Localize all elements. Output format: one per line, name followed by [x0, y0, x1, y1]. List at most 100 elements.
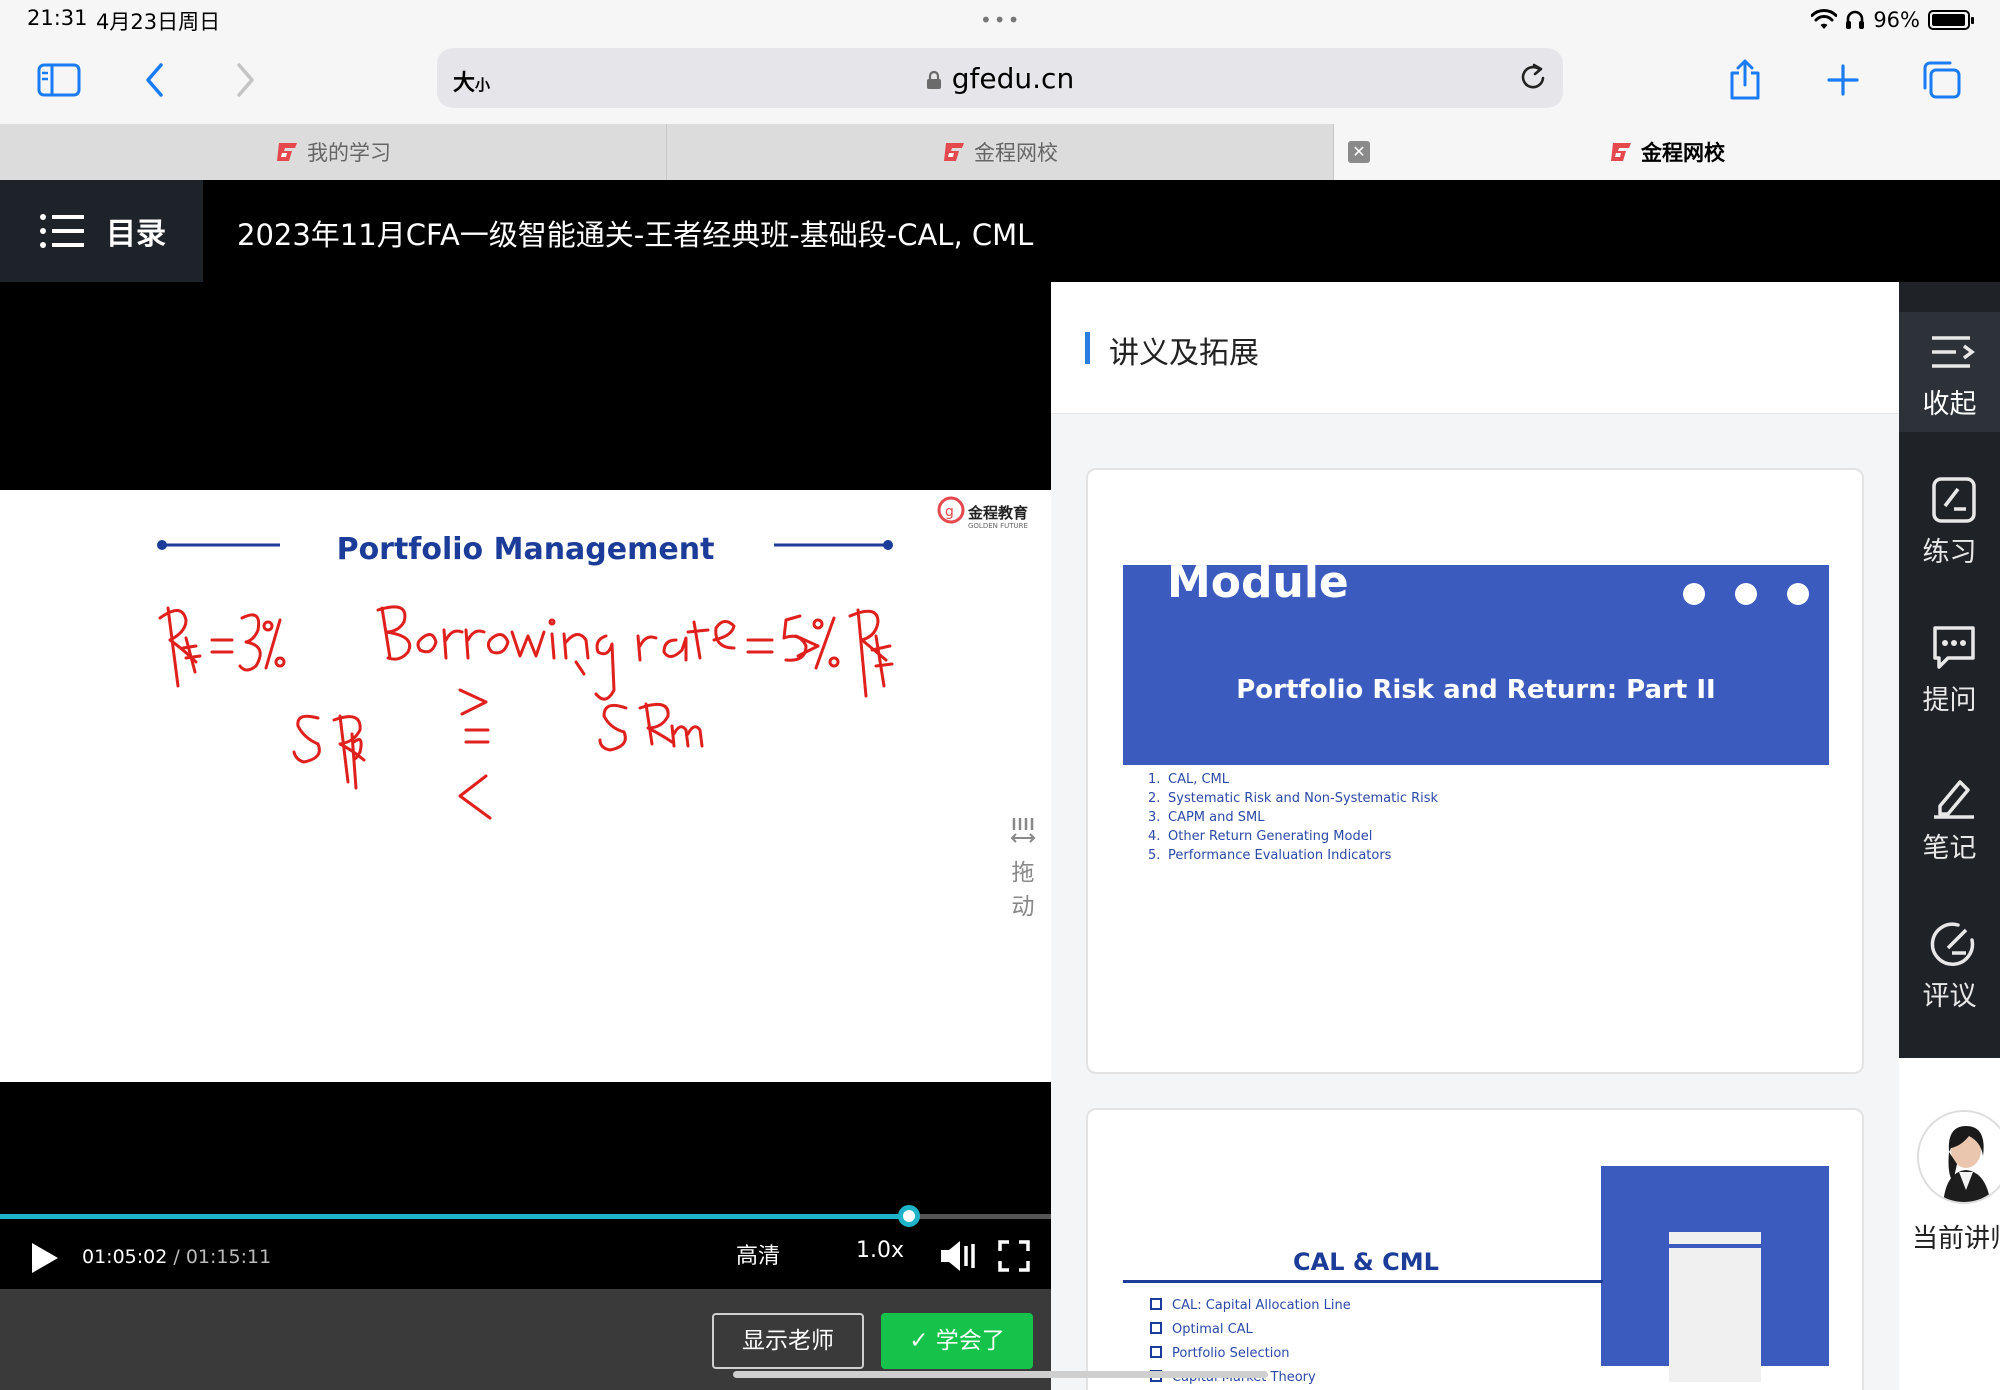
sidebar-item-review[interactable]: 评议: [1899, 904, 2000, 1034]
close-tab-icon[interactable]: ✕: [1348, 141, 1370, 163]
status-indicators: 96%: [1811, 6, 1974, 34]
browser-tab-bar: 我的学习 金程网校 ✕ 金程网校: [0, 124, 2000, 180]
list-item: 1. CAL, CML: [1148, 770, 1438, 789]
home-indicator: [733, 1371, 1268, 1378]
collapse-icon: [1932, 336, 1975, 368]
playback-time: 01:05:02 / 01:15:11: [82, 1246, 271, 1268]
item-number: 3.: [1148, 810, 1161, 825]
course-title: 2023年11月CFA一级智能通关-王者经典班-基础段-CAL, CML: [237, 218, 1034, 252]
handout-title: 讲义及拓展: [1109, 336, 1259, 371]
handout-card[interactable]: CAL & CML CAL: Capital Allocation Line O…: [1086, 1108, 1864, 1390]
multitasking-dots-icon[interactable]: •••: [980, 8, 1021, 32]
list-item: CAL: Capital Allocation Line: [1150, 1294, 1351, 1318]
item-text: Performance Evaluation Indicators: [1168, 848, 1392, 863]
drag-label-2: 动: [1011, 894, 1035, 920]
url-text: gfedu.cn: [951, 62, 1075, 95]
lecture-slide: g Portfolio Management 金程教育 GOLDEN FUTUR…: [0, 490, 1051, 1082]
sidebar-label: 笔记: [1922, 833, 1977, 864]
module-word: Module: [1167, 557, 1349, 608]
sidebar-icon[interactable]: [36, 57, 82, 103]
status-time: 21:31: [27, 6, 88, 30]
drag-label-1: 拖: [1011, 860, 1035, 886]
sidebar-label: 提问: [1922, 685, 1977, 716]
banner-dot: [1735, 583, 1757, 605]
reload-icon[interactable]: [1519, 61, 1549, 97]
list-item: 5. Performance Evaluation Indicators: [1148, 846, 1438, 865]
item-text: Systematic Risk and Non-Systematic Risk: [1168, 791, 1439, 806]
gf-logo-icon: [277, 143, 297, 161]
cal-image-stripe: [1669, 1244, 1761, 1248]
tab-jincheng-active[interactable]: ✕ 金程网校: [1334, 124, 2000, 180]
notes-icon: [1934, 780, 1974, 819]
cal-image-block: [1601, 1166, 1829, 1382]
video-player[interactable]: g Portfolio Management 金程教育 GOLDEN FUTUR…: [0, 282, 1051, 1390]
catalog-button[interactable]: 目录: [0, 180, 203, 282]
sidebar-item-practice[interactable]: 练习: [1899, 460, 2000, 590]
tab-jincheng-1[interactable]: 金程网校: [667, 124, 1334, 180]
item-text: CAPM and SML: [1168, 810, 1265, 825]
menu-list-icon: [40, 214, 84, 248]
module-contents: 1. CAL, CML 2. Systematic Risk and Non-Sys…: [1148, 770, 1438, 865]
url-display[interactable]: gfedu.cn: [437, 62, 1563, 95]
banner-dot: [1683, 583, 1705, 605]
quality-button[interactable]: 高清: [736, 1238, 780, 1270]
fullscreen-icon[interactable]: [998, 1240, 1030, 1276]
sidebar-label: 评议: [1922, 981, 1977, 1012]
share-icon[interactable]: [1722, 57, 1768, 103]
handout-header: 讲义及拓展: [1051, 282, 1899, 414]
gf-logo-icon: [944, 143, 964, 161]
time-separator: /: [167, 1246, 186, 1268]
list-item: 4. Other Return Generating Model: [1148, 827, 1438, 846]
cal-image: [1669, 1232, 1761, 1382]
list-item: Capital Market Theory: [1150, 1366, 1351, 1390]
learned-button[interactable]: ✓ 学会了: [881, 1313, 1033, 1369]
tab-label: 我的学习: [307, 141, 391, 165]
wifi-icon: [1811, 9, 1838, 29]
list-item: Portfolio Selection: [1150, 1342, 1351, 1366]
tab-label: 金程网校: [1641, 141, 1725, 165]
list-item: 2. Systematic Risk and Non-Systematic Ris…: [1148, 789, 1438, 808]
gf-logo-icon: [1611, 143, 1631, 161]
status-bar: 21:31 4月23日周日 ••• 96%: [0, 0, 2000, 40]
practice-icon: [1932, 477, 1976, 523]
cal-title: CAL & CML: [1293, 1248, 1439, 1276]
tabs-overview-icon[interactable]: [1918, 57, 1964, 103]
new-tab-icon[interactable]: [1820, 57, 1866, 103]
banner-dot: [1787, 583, 1809, 605]
volume-icon[interactable]: [938, 1238, 978, 1278]
show-teacher-button[interactable]: 显示老师: [712, 1313, 864, 1369]
item-number: 5.: [1148, 848, 1161, 863]
item-text: CAL, CML: [1168, 772, 1230, 787]
lecturer-avatar[interactable]: [1917, 1110, 2000, 1204]
total-time: 01:15:11: [185, 1246, 272, 1268]
drag-handle[interactable]: 拖 动: [1010, 816, 1036, 924]
sidebar-item-notes[interactable]: 笔记: [1899, 756, 2000, 886]
item-number: 2.: [1148, 791, 1161, 806]
drag-icon: [1010, 818, 1036, 843]
sidebar-label: 练习: [1922, 537, 1977, 568]
handout-card[interactable]: Module Portfolio Risk and Return: Part I…: [1086, 468, 1864, 1074]
browser-toolbar: 大小 gfedu.cn: [0, 40, 2000, 124]
sidebar-label: 收起: [1922, 389, 1977, 420]
progress-knob[interactable]: [898, 1205, 921, 1227]
sidebar-item-collapse[interactable]: 收起: [1899, 312, 2000, 442]
back-icon[interactable]: [132, 57, 178, 103]
course-header: 目录 2023年11月CFA一级智能通关-王者经典班-基础段-CAL, CML: [0, 180, 2000, 282]
tab-my-learning[interactable]: 我的学习: [0, 124, 667, 180]
lecturer-photo: [1919, 1112, 2000, 1202]
item-number: 4.: [1148, 829, 1161, 844]
current-lecturer-label: 当前讲师: [1912, 1224, 2000, 1254]
battery-level: [1932, 14, 1965, 26]
cal-divider: [1123, 1280, 1603, 1283]
address-bar[interactable]: 大小 gfedu.cn: [437, 48, 1563, 108]
progress-bar[interactable]: [0, 1205, 1051, 1227]
catalog-label: 目录: [106, 217, 166, 252]
headphones-icon: [1846, 10, 1865, 29]
progress-fill: [0, 1214, 910, 1219]
item-number: 1.: [1148, 772, 1161, 787]
screen: 21:31 4月23日周日 ••• 96% 大小 gfedu.cn 我的学习 金…: [0, 0, 2000, 1390]
forward-icon[interactable]: [222, 57, 268, 103]
play-icon[interactable]: [28, 1240, 62, 1280]
sidebar-item-question[interactable]: 提问: [1899, 608, 2000, 738]
speed-button[interactable]: 1.0x: [856, 1238, 904, 1263]
